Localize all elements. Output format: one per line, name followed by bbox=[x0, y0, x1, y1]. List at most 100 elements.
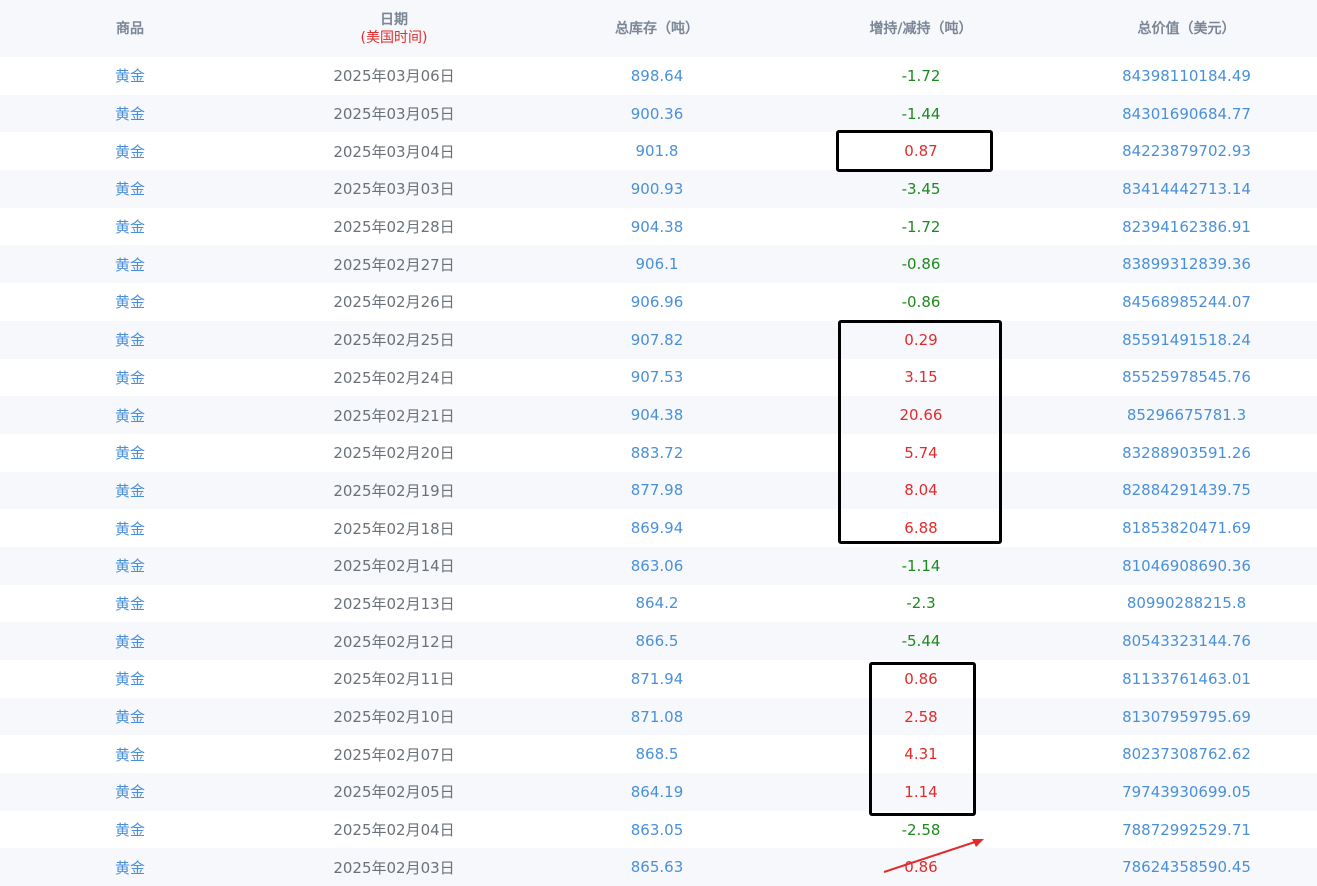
total-cell: 907.82 bbox=[630, 330, 684, 349]
date-cell: 2025年03月03日 bbox=[333, 180, 455, 199]
value-cell: 78624358590.45 bbox=[1122, 858, 1251, 877]
commodity-cell[interactable]: 黄金 bbox=[0, 434, 260, 472]
change-cell: 5.74 bbox=[904, 443, 938, 462]
total-cell: 900.36 bbox=[630, 104, 684, 123]
date-cell: 2025年02月19日 bbox=[333, 481, 455, 500]
total-cell: 868.5 bbox=[635, 745, 679, 764]
commodity-cell[interactable]: 黄金 bbox=[0, 245, 260, 283]
total-cell: 863.05 bbox=[630, 820, 684, 839]
date-cell: 2025年03月05日 bbox=[333, 105, 455, 124]
value-cell: 85591491518.24 bbox=[1122, 330, 1251, 349]
commodity-cell[interactable]: 黄金 bbox=[0, 547, 260, 585]
value-cell: 84301690684.77 bbox=[1122, 104, 1251, 123]
table-row: 黄金 2025年02月04日 863.05 -2.58 78872992529.71 bbox=[0, 811, 1317, 849]
total-cell: 864.19 bbox=[630, 782, 684, 801]
table-body: 黄金 2025年03月06日 898.64 -1.72 84398110184.49 黄金… bbox=[0, 57, 1317, 886]
commodity-cell[interactable]: 黄金 bbox=[0, 396, 260, 434]
table-row: 黄金 2025年02月18日 869.94 6.88 81853820471.69 bbox=[0, 509, 1317, 547]
table-row: 黄金 2025年02月20日 883.72 5.74 83288903591.26 bbox=[0, 434, 1317, 472]
commodity-cell[interactable]: 黄金 bbox=[0, 773, 260, 811]
commodity-cell[interactable]: 黄金 bbox=[0, 170, 260, 208]
commodity-cell[interactable]: 黄金 bbox=[0, 585, 260, 623]
total-cell: 871.08 bbox=[630, 707, 684, 726]
date-cell: 2025年03月04日 bbox=[333, 142, 455, 161]
change-cell: 0.29 bbox=[904, 330, 938, 349]
commodity-cell[interactable]: 黄金 bbox=[0, 848, 260, 886]
commodity-cell[interactable]: 黄金 bbox=[0, 698, 260, 736]
total-cell: 900.93 bbox=[630, 179, 684, 198]
total-cell: 869.94 bbox=[630, 519, 684, 538]
table-row: 黄金 2025年02月12日 866.5 -5.44 80543323144.76 bbox=[0, 622, 1317, 660]
value-cell: 85296675781.3 bbox=[1126, 406, 1247, 425]
header-commodity: 商品 bbox=[116, 20, 144, 37]
commodity-cell[interactable]: 黄金 bbox=[0, 359, 260, 397]
change-cell: 20.66 bbox=[899, 406, 943, 425]
date-cell: 2025年02月25日 bbox=[333, 331, 455, 350]
date-cell: 2025年02月10日 bbox=[333, 708, 455, 727]
date-cell: 2025年02月11日 bbox=[333, 670, 455, 689]
table-row: 黄金 2025年02月03日 865.63 0.86 78624358590.45 bbox=[0, 848, 1317, 886]
commodity-cell[interactable]: 黄金 bbox=[0, 509, 260, 547]
change-cell: -0.86 bbox=[901, 255, 941, 274]
total-cell: 865.63 bbox=[630, 858, 684, 877]
header-total: 总库存（吨） bbox=[615, 20, 699, 37]
total-cell: 877.98 bbox=[630, 481, 684, 500]
commodity-cell[interactable]: 黄金 bbox=[0, 95, 260, 133]
table-row: 黄金 2025年02月14日 863.06 -1.14 81046908690.36 bbox=[0, 546, 1317, 585]
table-row: 黄金 2025年02月11日 871.94 0.86 81133761463.01 bbox=[0, 660, 1317, 698]
date-cell: 2025年03月06日 bbox=[333, 67, 455, 86]
change-cell: 1.14 bbox=[904, 782, 938, 801]
date-cell: 2025年02月20日 bbox=[333, 444, 455, 463]
table-row: 黄金 2025年03月06日 898.64 -1.72 84398110184.49 bbox=[0, 57, 1317, 95]
change-cell: -2.3 bbox=[906, 594, 936, 613]
change-cell: 2.58 bbox=[904, 707, 938, 726]
change-cell: -3.45 bbox=[901, 179, 941, 198]
change-cell: -5.44 bbox=[901, 632, 941, 651]
commodity-cell[interactable]: 黄金 bbox=[0, 208, 260, 246]
commodity-cell[interactable]: 黄金 bbox=[0, 622, 260, 660]
change-cell: 4.31 bbox=[904, 745, 938, 764]
header-value: 总价值（美元） bbox=[1137, 20, 1236, 37]
commodity-cell[interactable]: 黄金 bbox=[0, 321, 260, 359]
commodity-cell[interactable]: 黄金 bbox=[0, 735, 260, 773]
total-cell: 904.38 bbox=[630, 406, 684, 425]
value-cell: 82394162386.91 bbox=[1122, 217, 1251, 236]
table-header: 商品 日期 (美国时间) 总库存（吨） 增持/减持（吨） 总价值（美元） bbox=[0, 0, 1317, 57]
table-row: 黄金 2025年02月10日 871.08 2.58 81307959795.69 bbox=[0, 697, 1317, 736]
value-cell: 83414442713.14 bbox=[1122, 179, 1251, 198]
change-cell: -0.86 bbox=[901, 292, 941, 311]
date-cell: 2025年02月05日 bbox=[333, 783, 455, 802]
date-cell: 2025年02月26日 bbox=[333, 293, 455, 312]
header-date-label: 日期 bbox=[380, 11, 408, 28]
commodity-cell[interactable]: 黄金 bbox=[0, 57, 260, 95]
value-cell: 81307959795.69 bbox=[1122, 707, 1251, 726]
commodity-cell[interactable]: 黄金 bbox=[0, 132, 260, 170]
total-cell: 866.5 bbox=[635, 632, 679, 651]
table-row: 黄金 2025年02月07日 868.5 4.31 80237308762.62 bbox=[0, 735, 1317, 773]
commodity-cell[interactable]: 黄金 bbox=[0, 283, 260, 321]
table-row: 黄金 2025年02月13日 864.2 -2.3 80990288215.8 bbox=[0, 585, 1317, 623]
header-row: 商品 日期 (美国时间) 总库存（吨） 增持/减持（吨） 总价值（美元） bbox=[0, 0, 1317, 57]
total-cell: 898.64 bbox=[630, 66, 684, 85]
value-cell: 82884291439.75 bbox=[1122, 481, 1251, 500]
date-cell: 2025年02月14日 bbox=[333, 557, 455, 576]
header-change: 增持/减持（吨） bbox=[869, 20, 973, 37]
commodity-cell[interactable]: 黄金 bbox=[0, 472, 260, 510]
date-cell: 2025年02月24日 bbox=[333, 368, 455, 387]
value-cell: 84568985244.07 bbox=[1122, 292, 1251, 311]
table-row: 黄金 2025年02月26日 906.96 -0.86 84568985244.07 bbox=[0, 283, 1317, 321]
date-cell: 2025年02月03日 bbox=[333, 858, 455, 877]
commodity-cell[interactable]: 黄金 bbox=[0, 660, 260, 698]
value-cell: 80237308762.62 bbox=[1122, 745, 1251, 764]
total-cell: 906.1 bbox=[635, 255, 679, 274]
value-cell: 81853820471.69 bbox=[1122, 519, 1251, 538]
commodity-cell[interactable]: 黄金 bbox=[0, 811, 260, 849]
date-cell: 2025年02月18日 bbox=[333, 519, 455, 538]
table-row: 黄金 2025年02月27日 906.1 -0.86 83899312839.36 bbox=[0, 245, 1317, 284]
date-cell: 2025年02月12日 bbox=[333, 632, 455, 651]
table-row: 黄金 2025年02月25日 907.82 0.29 85591491518.24 bbox=[0, 320, 1317, 359]
total-cell: 883.72 bbox=[630, 443, 684, 462]
value-cell: 84398110184.49 bbox=[1122, 66, 1251, 85]
table-row: 黄金 2025年03月05日 900.36 -1.44 84301690684.77 bbox=[0, 94, 1317, 133]
change-cell: 3.15 bbox=[904, 368, 938, 387]
